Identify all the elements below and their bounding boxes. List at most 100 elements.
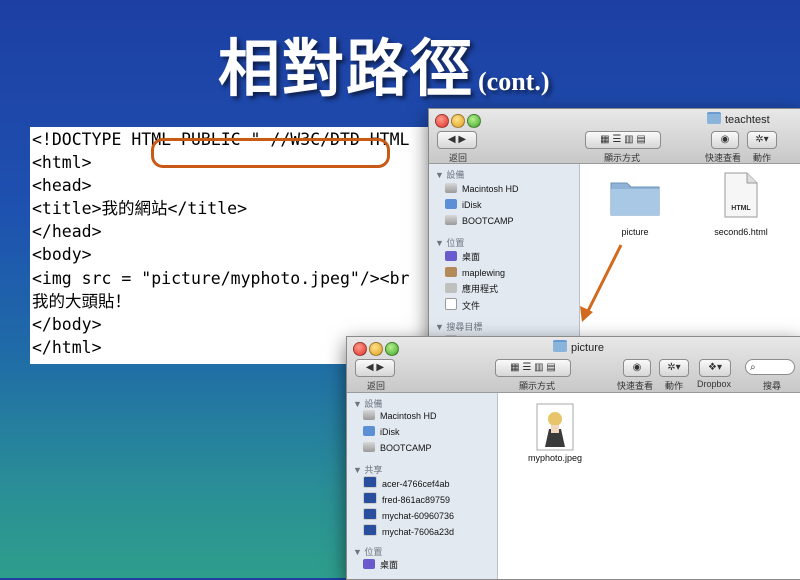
back-forward-button[interactable]: ◀ ▶ <box>437 131 477 149</box>
applications-icon <box>445 283 457 293</box>
icon-view-icon: ▦ ☰ ▥ ▤ <box>510 362 556 373</box>
hard-drive-icon <box>445 183 457 193</box>
quicklook-button[interactable]: ◉ <box>711 131 739 149</box>
quicklook-button[interactable]: ◉ <box>623 359 651 377</box>
code-line: <head> <box>32 176 92 195</box>
sidebar-header-search: ▼ 搜尋目標 <box>435 322 483 332</box>
sidebar-item-desktop[interactable]: 桌面 <box>445 250 480 264</box>
eye-icon: ◉ <box>720 134 730 145</box>
zoom-button[interactable] <box>467 114 481 128</box>
view-label: 顯示方式 <box>519 381 556 391</box>
window-toolbar: teachtest ◀ ▶ 返回 ▦ ☰ ▥ ▤ 顯示方式 ◉ 快速查看 ✲▾ … <box>429 109 800 164</box>
slide-title-suffix: (cont.) <box>478 67 550 96</box>
sidebar-item-maplewing[interactable]: maplewing <box>445 266 505 280</box>
search-field[interactable]: ⌕ <box>745 359 795 375</box>
hard-drive-icon <box>363 410 375 420</box>
close-button[interactable] <box>353 342 367 356</box>
sidebar-header-devices: ▼ 設備 <box>435 170 465 180</box>
file-name: myphoto.jpeg <box>527 453 583 463</box>
minimize-button[interactable] <box>451 114 465 128</box>
folder-icon <box>553 340 567 352</box>
home-icon <box>445 267 457 277</box>
sidebar: ▼ 設備 Macintosh HD iDisk BOOTCAMP ▼ 位置 桌面… <box>429 164 580 345</box>
window-title: teachtest <box>707 112 770 126</box>
action-button[interactable]: ✲▾ <box>659 359 689 377</box>
sidebar-item-documents[interactable]: 文件 <box>445 298 480 312</box>
folder-item-picture[interactable]: picture <box>607 175 663 245</box>
idisk-icon <box>445 199 457 209</box>
window-toolbar: picture ◀ ▶ 返回 ▦ ☰ ▥ ▤ 顯示方式 ◉ 快速查看 ✲▾ 動作… <box>347 337 800 393</box>
code-line: </html> <box>32 338 102 357</box>
code-line: </body> <box>32 315 102 334</box>
sidebar-header-places: ▼ 位置 <box>435 238 465 248</box>
sidebar-item-bootcamp[interactable]: BOOTCAMP <box>363 441 432 455</box>
action-label: 動作 <box>665 381 684 391</box>
documents-icon <box>445 298 457 310</box>
slide-title-text: 相對路徑 <box>218 36 475 104</box>
sidebar-item-shared[interactable]: acer-4766cef4ab <box>363 476 450 490</box>
desktop-icon <box>363 559 375 569</box>
search-icon: ⌕ <box>750 362 756 373</box>
sidebar-item-shared[interactable]: mychat-7606a23d <box>363 524 454 538</box>
code-line: <title>我的網站</title> <box>32 199 248 218</box>
dropbox-button[interactable]: ❖▾ <box>699 359 731 377</box>
sidebar-item-shared[interactable]: mychat-60960736 <box>363 508 454 522</box>
forward-arrow-icon: ▶ <box>458 134 467 145</box>
window-title-text: teachtest <box>725 114 770 126</box>
folder-icon <box>610 182 660 216</box>
finder-window-picture: picture ◀ ▶ 返回 ▦ ☰ ▥ ▤ 顯示方式 ◉ 快速查看 ✲▾ 動作… <box>346 336 800 580</box>
icon-view-icon: ▦ ☰ ▥ ▤ <box>600 134 646 145</box>
back-label: 返回 <box>367 381 386 391</box>
sidebar-item-idisk[interactable]: iDisk <box>445 198 482 212</box>
quicklook-label: 快速查看 <box>617 381 654 391</box>
quicklook-label: 快速查看 <box>705 153 742 163</box>
code-line: <body> <box>32 245 92 264</box>
file-name: second6.html <box>714 227 768 237</box>
idisk-icon <box>363 426 375 436</box>
close-button[interactable] <box>435 114 449 128</box>
code-line: </head> <box>32 222 102 241</box>
minimize-button[interactable] <box>369 342 383 356</box>
dropbox-icon: ❖▾ <box>708 362 722 373</box>
network-computer-icon <box>363 524 377 536</box>
window-title-text: picture <box>571 342 605 354</box>
path-highlight-oval <box>151 138 390 168</box>
code-line: <html> <box>32 153 92 172</box>
sidebar-item-applications[interactable]: 應用程式 <box>445 282 498 296</box>
window-title: picture <box>553 340 604 354</box>
file-badge: HTML <box>731 205 751 212</box>
network-computer-icon <box>363 476 377 488</box>
file-item-myphoto-jpeg[interactable]: myphoto.jpeg <box>515 403 595 469</box>
desktop-icon <box>445 251 457 261</box>
dropbox-label: Dropbox <box>697 379 732 389</box>
sidebar-header-shared: ▼ 共享 <box>353 465 383 475</box>
code-line: 我的大頭貼！ <box>32 292 131 311</box>
hard-drive-icon <box>445 215 457 225</box>
sidebar-item-desktop[interactable]: 桌面 <box>363 558 398 572</box>
sidebar-item-macintosh-hd[interactable]: Macintosh HD <box>363 409 437 423</box>
action-label: 動作 <box>753 153 772 163</box>
sidebar-item-idisk[interactable]: iDisk <box>363 425 400 439</box>
view-mode-button[interactable]: ▦ ☰ ▥ ▤ <box>495 359 571 377</box>
network-computer-icon <box>363 508 377 520</box>
file-item-second6-html[interactable]: HTML second6.html <box>701 171 781 245</box>
action-button[interactable]: ✲▾ <box>747 131 777 149</box>
folder-icon <box>707 112 721 124</box>
back-label: 返回 <box>449 153 468 163</box>
view-mode-button[interactable]: ▦ ☰ ▥ ▤ <box>585 131 661 149</box>
search-label: 搜尋 <box>763 381 782 391</box>
sidebar-item-bootcamp[interactable]: BOOTCAMP <box>445 214 514 228</box>
back-arrow-icon: ◀ <box>447 134 456 145</box>
photo-thumbnail-icon <box>536 403 574 451</box>
sidebar-item-macintosh-hd[interactable]: Macintosh HD <box>445 182 519 196</box>
back-forward-button[interactable]: ◀ ▶ <box>355 359 395 377</box>
back-arrow-icon: ◀ <box>365 362 374 373</box>
gear-icon: ✲▾ <box>755 134 769 145</box>
hard-drive-icon <box>363 442 375 452</box>
zoom-button[interactable] <box>385 342 399 356</box>
forward-arrow-icon: ▶ <box>376 362 385 373</box>
gear-icon: ✲▾ <box>667 362 681 373</box>
network-computer-icon <box>363 492 377 504</box>
folder-name: picture <box>621 227 649 237</box>
sidebar-item-shared[interactable]: fred-861ac89759 <box>363 492 450 506</box>
